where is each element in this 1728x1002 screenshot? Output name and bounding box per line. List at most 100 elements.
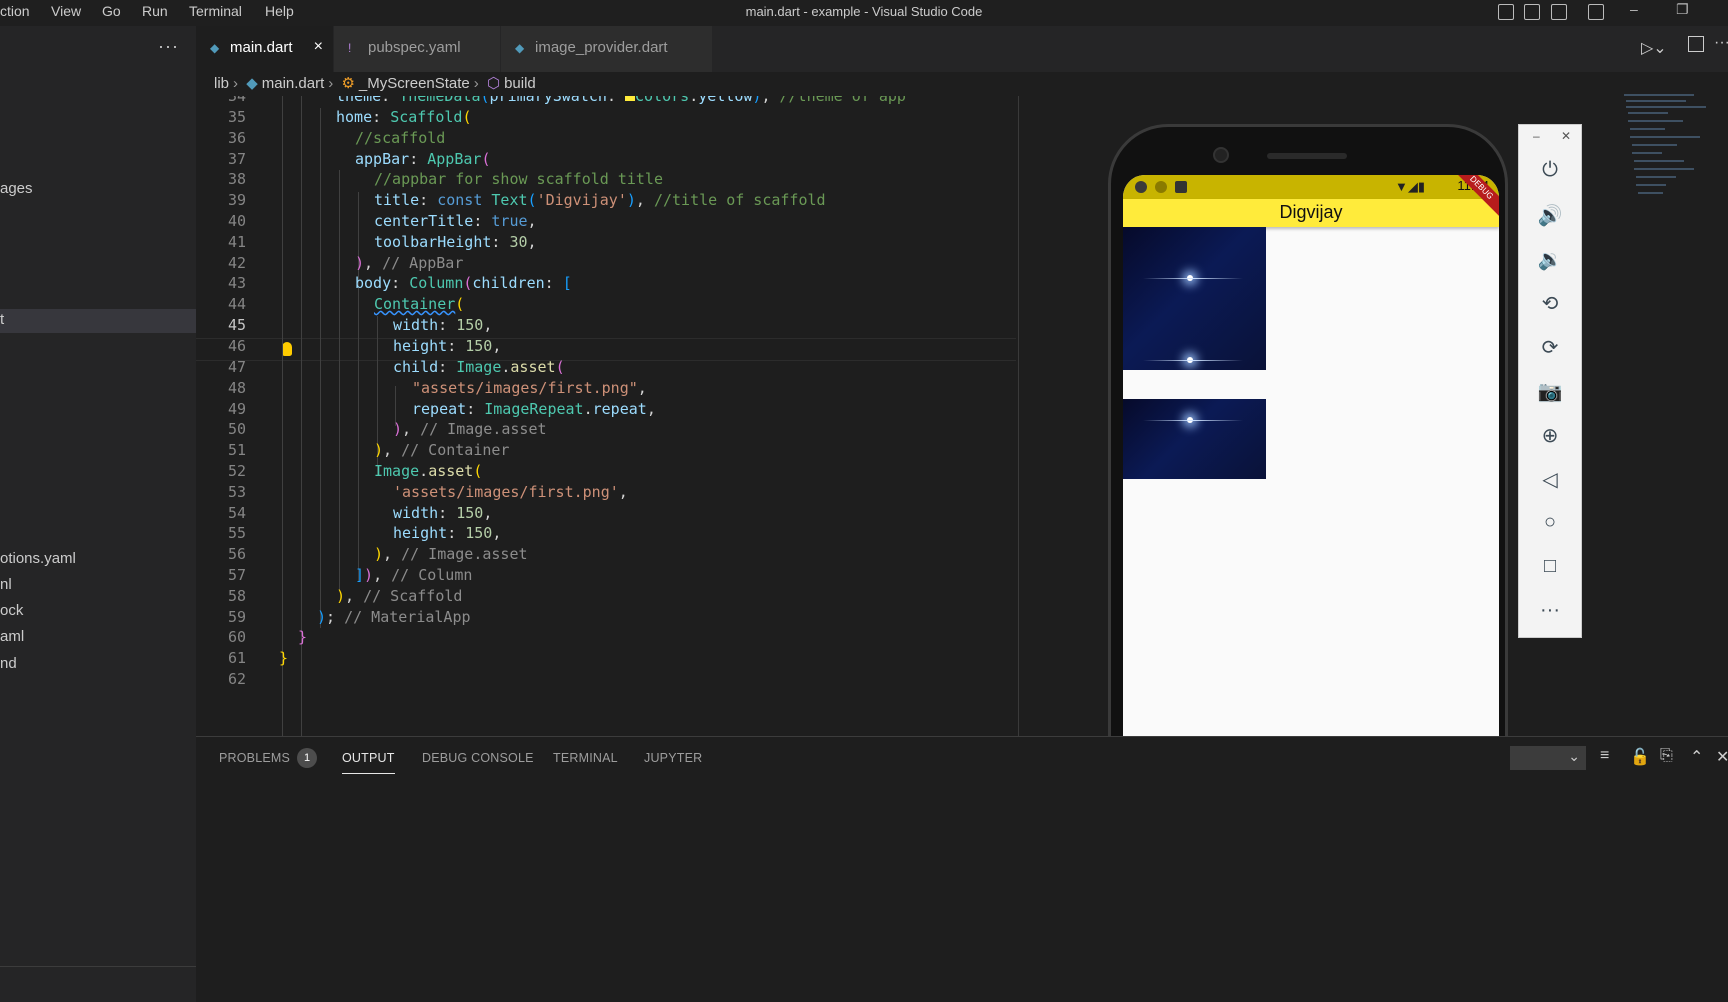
breadcrumb-lib[interactable]: lib xyxy=(214,75,229,92)
explorer-item[interactable]: ages xyxy=(0,180,33,197)
line-number: 35 xyxy=(227,108,246,126)
line-number: 44 xyxy=(227,295,246,313)
line-number: 41 xyxy=(227,233,246,251)
tab-terminal[interactable]: TERMINAL xyxy=(553,751,618,765)
home-icon[interactable]: ○ xyxy=(1519,511,1581,534)
bottom-panel: PROBLEMS 1 OUTPUT DEBUG CONSOLE TERMINAL… xyxy=(196,736,1728,1002)
more-icon[interactable]: ··· xyxy=(1714,34,1728,52)
line-number: 57 xyxy=(227,566,246,584)
dart-icon: ◆ xyxy=(210,41,220,55)
editor-ruler xyxy=(1018,96,1019,736)
problems-count-badge: 1 xyxy=(297,748,317,768)
rotate-right-icon[interactable]: ⟳ xyxy=(1519,335,1581,360)
camera-icon[interactable]: 📷 xyxy=(1519,379,1581,404)
close-icon[interactable]: ✕ xyxy=(1561,129,1571,143)
line-number: 52 xyxy=(227,462,246,480)
restore-icon[interactable]: ❐ xyxy=(1676,1,1689,18)
app-title: Digvijay xyxy=(1279,202,1343,222)
explorer-item[interactable]: ock xyxy=(0,602,23,619)
line-number: 56 xyxy=(227,545,246,563)
tab-output[interactable]: OUTPUT xyxy=(342,751,395,774)
breadcrumb-method[interactable]: build xyxy=(504,75,536,92)
line-number: 42 xyxy=(227,254,246,272)
maximize-panel-icon[interactable]: ⌃ xyxy=(1690,747,1703,767)
tab-debug-console[interactable]: DEBUG CONSOLE xyxy=(422,751,534,765)
line-number: 46 xyxy=(227,337,246,355)
breadcrumb-class[interactable]: _MyScreenState xyxy=(359,75,470,92)
tab-jupyter[interactable]: JUPYTER xyxy=(644,751,702,765)
tab-problems[interactable]: PROBLEMS xyxy=(219,751,290,765)
tab-label: pubspec.yaml xyxy=(368,39,461,56)
line-number: 49 xyxy=(227,400,246,418)
run-debug-icon[interactable]: ▷⌄ xyxy=(1641,38,1667,58)
line-number: 58 xyxy=(227,587,246,605)
notification-icon xyxy=(1155,181,1167,193)
toggle-panel-icon[interactable] xyxy=(1524,4,1540,20)
class-icon: ⚙ xyxy=(341,75,355,92)
line-number: 47 xyxy=(227,358,246,376)
minimap[interactable] xyxy=(1612,90,1728,240)
power-icon[interactable]: ⏻ xyxy=(1519,159,1581,182)
line-number: 45 xyxy=(227,316,246,334)
tab-main-dart[interactable]: ◆ main.dart × xyxy=(196,26,334,72)
toggle-secondary-sidebar-icon[interactable] xyxy=(1551,4,1567,20)
line-number: 38 xyxy=(227,170,246,188)
sd-card-icon xyxy=(1175,181,1187,193)
open-output-editor-icon[interactable]: ⎘ xyxy=(1660,747,1673,765)
tab-pubspec-yaml[interactable]: ! pubspec.yaml xyxy=(334,26,501,72)
minimize-icon[interactable]: – xyxy=(1533,129,1540,143)
explorer-item[interactable]: otions.yaml xyxy=(0,550,76,567)
asset-image xyxy=(1123,399,1266,479)
close-panel-icon[interactable]: ✕ xyxy=(1716,747,1728,767)
code-editor[interactable]: 34 theme: ThemeData(primarySwatch: Colors… xyxy=(196,96,1016,736)
chevron-right-icon: › xyxy=(473,75,479,92)
sidebar-divider xyxy=(0,966,196,967)
breadcrumb-file[interactable]: main.dart xyxy=(262,75,325,92)
settings-icon xyxy=(1135,181,1147,193)
volume-down-icon[interactable]: 🔉 xyxy=(1519,247,1581,272)
explorer-item[interactable]: aml xyxy=(0,628,24,645)
line-number: 62 xyxy=(227,670,246,688)
overview-icon[interactable]: □ xyxy=(1519,555,1581,578)
back-icon[interactable]: ◁ xyxy=(1519,467,1581,492)
status-bar: ▼◢▮ 11:14 xyxy=(1123,175,1499,199)
wifi-signal-battery-icon: ▼◢▮ xyxy=(1395,179,1426,194)
line-number: 55 xyxy=(227,524,246,542)
more-actions-icon[interactable]: ··· xyxy=(158,36,179,57)
line-number: 37 xyxy=(227,150,246,168)
window-title: main.dart - example - Visual Studio Code xyxy=(745,4,983,19)
minimize-icon[interactable]: – xyxy=(1630,1,1638,17)
line-number: 50 xyxy=(227,420,246,438)
line-number: 34 xyxy=(227,96,246,105)
line-number: 53 xyxy=(227,483,246,501)
clear-output-icon[interactable]: ≡ xyxy=(1600,747,1609,765)
speaker xyxy=(1267,153,1347,159)
line-number: 60 xyxy=(227,628,246,646)
editor-tab-bar: ◆ main.dart × ! pubspec.yaml ◆ image_provid… xyxy=(196,26,1728,72)
more-icon[interactable]: ··· xyxy=(1519,599,1581,622)
rotate-left-icon[interactable]: ⟲ xyxy=(1519,291,1581,316)
yaml-warning-icon: ! xyxy=(348,41,352,55)
line-number: 43 xyxy=(227,274,246,292)
line-number: 40 xyxy=(227,212,246,230)
tab-image-provider-dart[interactable]: ◆ image_provider.dart xyxy=(501,26,713,72)
explorer-item[interactable]: nl xyxy=(0,576,12,593)
lock-scroll-icon[interactable]: 🔓 xyxy=(1630,747,1650,767)
line-number: 36 xyxy=(227,129,246,147)
close-icon[interactable]: × xyxy=(314,38,323,56)
explorer-item[interactable]: nd xyxy=(0,655,17,672)
explorer-sidebar: ··· ages t otions.yaml nl ock aml nd xyxy=(0,26,196,1002)
emulator-toolbar: – ✕ ⏻ 🔊 🔉 ⟲ ⟳ 📷 ⊕ ◁ ○ □ ··· xyxy=(1518,124,1582,638)
title-bar: ction View Go Run Terminal Help main.dar… xyxy=(0,0,1728,26)
output-channel-select[interactable]: ⌄ xyxy=(1510,746,1586,770)
dart-icon: ◆ xyxy=(515,41,525,55)
zoom-icon[interactable]: ⊕ xyxy=(1519,423,1581,448)
toggle-sidebar-icon[interactable] xyxy=(1498,4,1514,20)
explorer-item[interactable]: t xyxy=(0,311,4,328)
customize-layout-icon[interactable] xyxy=(1588,4,1604,20)
line-number: 59 xyxy=(227,608,246,626)
split-editor-icon[interactable] xyxy=(1688,36,1704,52)
volume-up-icon[interactable]: 🔊 xyxy=(1519,203,1581,228)
selected-file-row[interactable] xyxy=(0,309,196,333)
tab-label: main.dart xyxy=(230,39,293,56)
